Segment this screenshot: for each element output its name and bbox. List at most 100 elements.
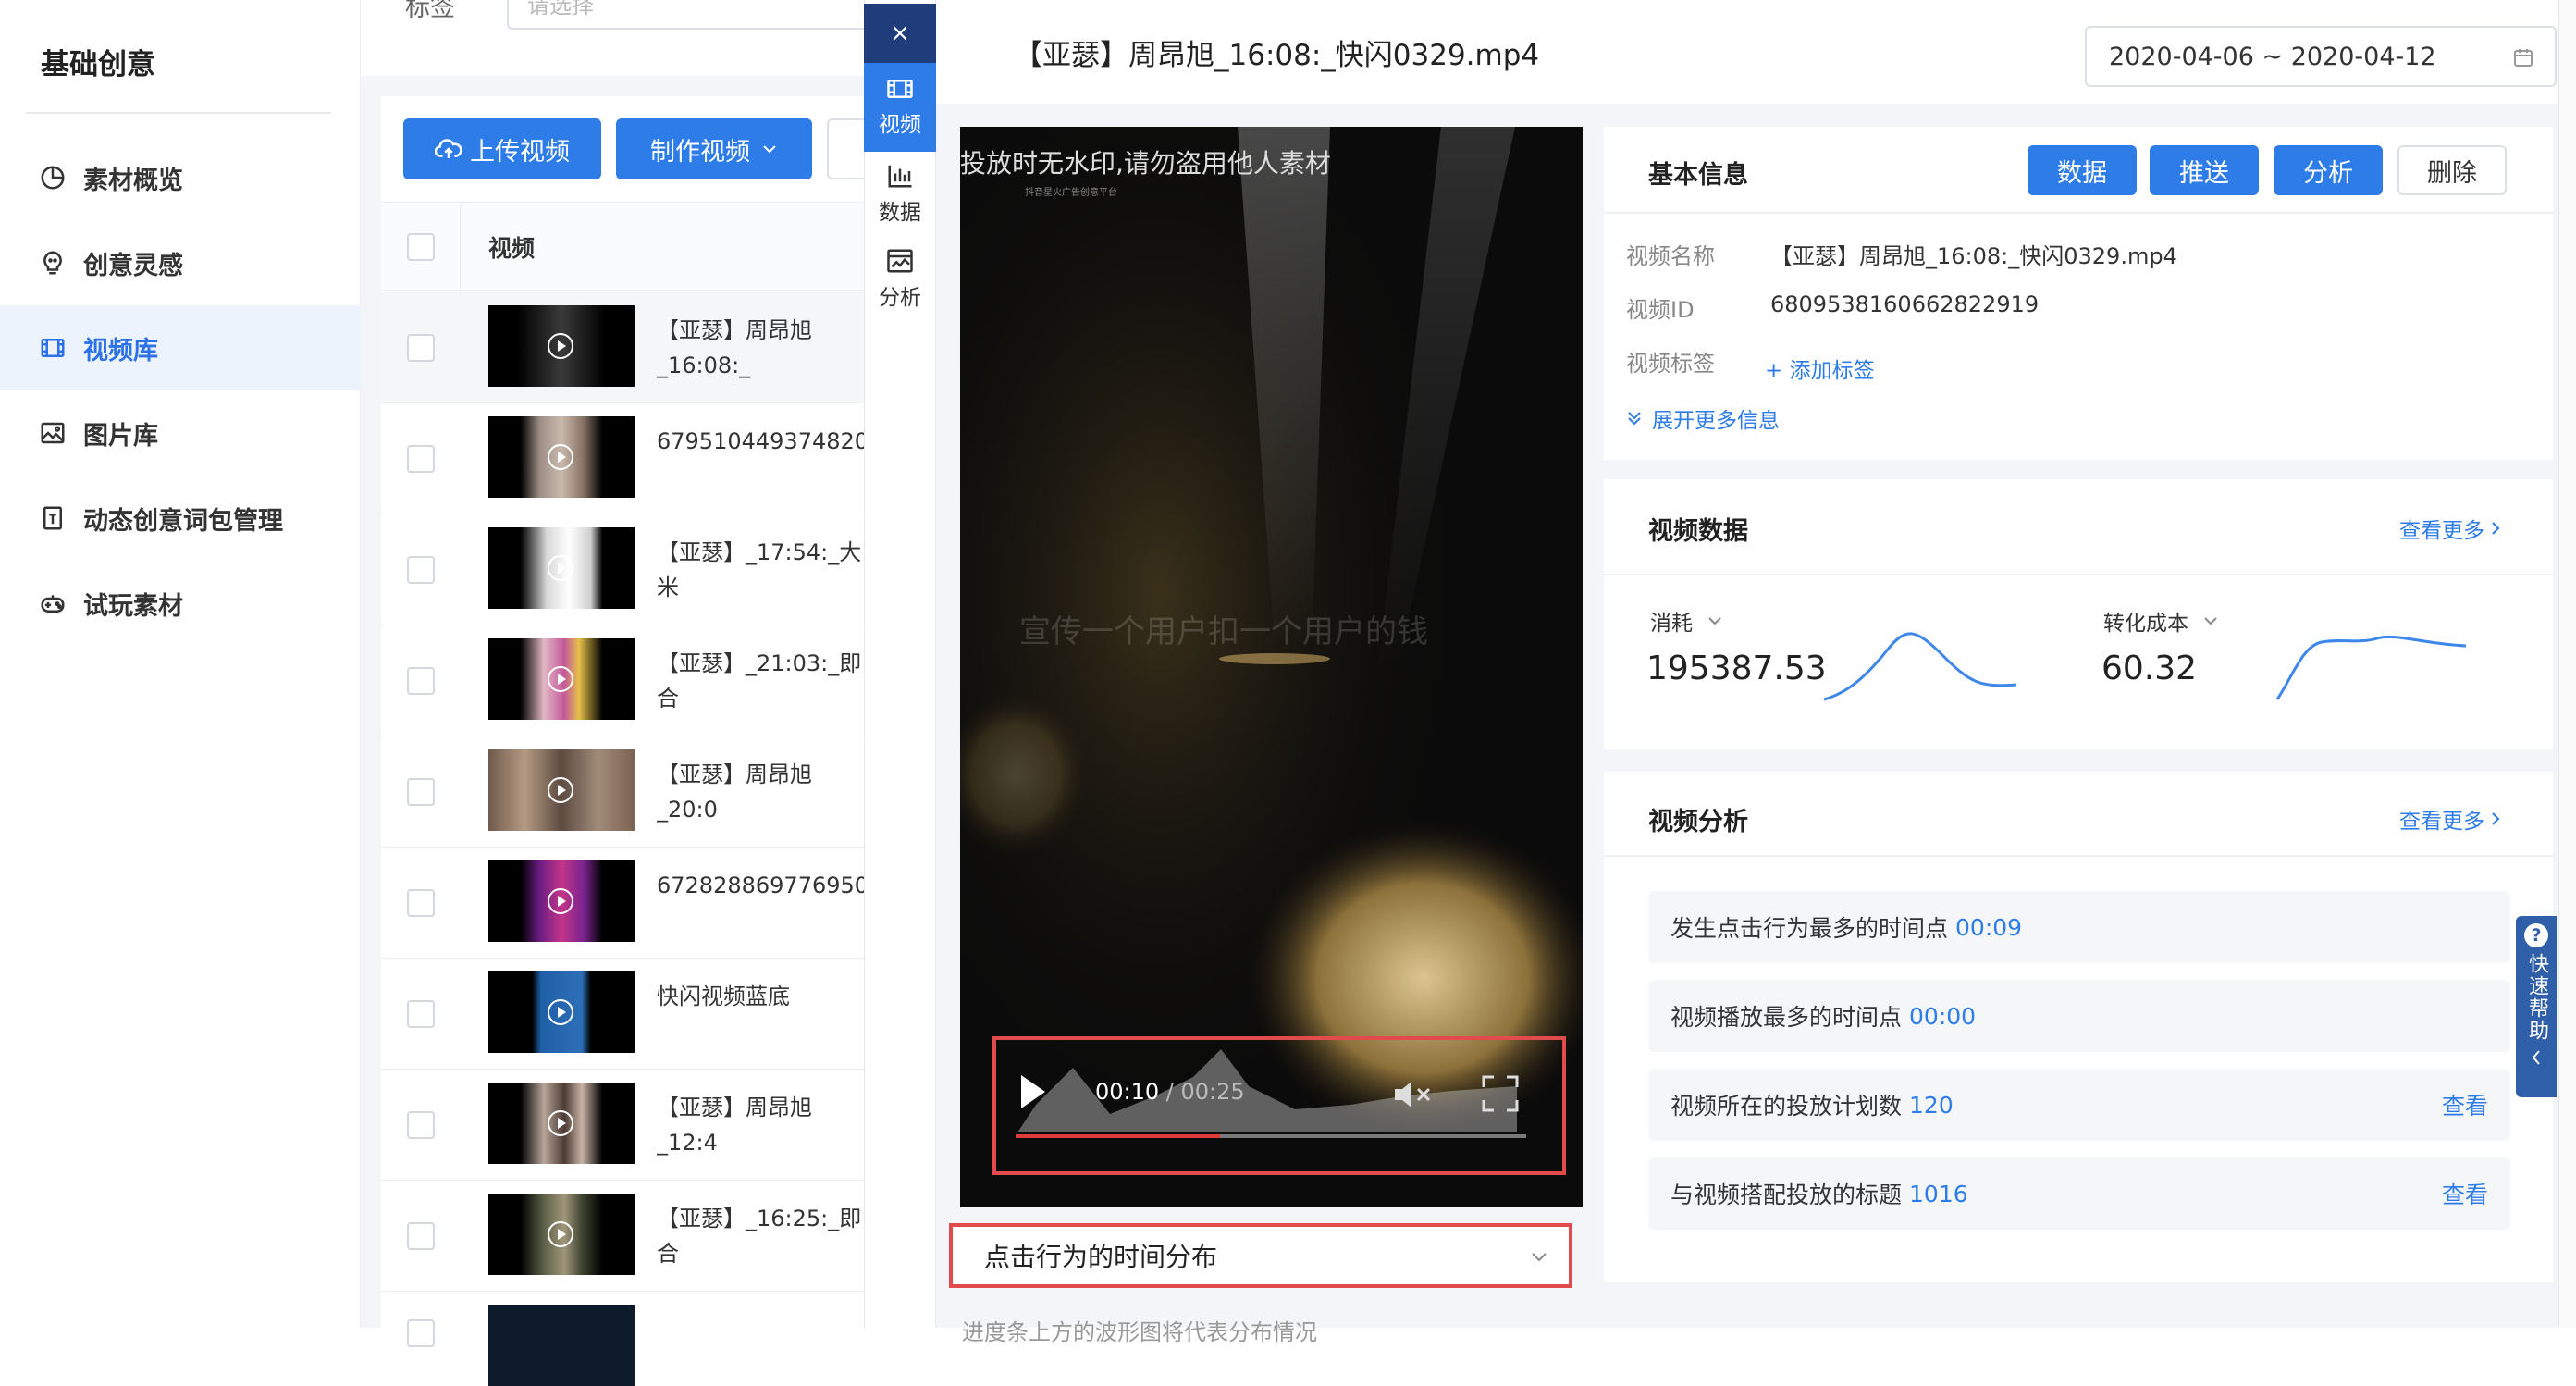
video-thumbnail[interactable] bbox=[488, 1194, 635, 1275]
row-checkbox[interactable] bbox=[407, 334, 435, 362]
film-icon bbox=[41, 339, 65, 357]
tool-analysis[interactable]: 分析 bbox=[864, 237, 936, 322]
distribution-select-value: 点击行为的时间分布 bbox=[984, 1242, 1218, 1272]
scrollbar[interactable] bbox=[2558, 0, 2576, 1328]
video-analysis-more-label: 查看更多 bbox=[2399, 810, 2484, 834]
play-icon bbox=[548, 333, 573, 359]
fullscreen-icon[interactable] bbox=[1482, 1075, 1519, 1112]
video-thumbnail[interactable] bbox=[488, 1305, 635, 1386]
close-button[interactable]: × bbox=[864, 4, 936, 63]
tool-data[interactable]: 数据 bbox=[864, 152, 936, 237]
chevron-down-icon bbox=[2204, 617, 2217, 625]
video-thumbnail[interactable] bbox=[488, 749, 635, 831]
push-button[interactable]: 推送 bbox=[2150, 145, 2259, 195]
analysis-row-text: 与视频搭配投放的标题 bbox=[1670, 1182, 1903, 1208]
analyze-button[interactable]: 分析 bbox=[2274, 145, 2383, 195]
analysis-icon bbox=[887, 249, 913, 273]
cloud-upload-icon bbox=[435, 139, 462, 158]
video-thumbnail[interactable] bbox=[488, 416, 635, 498]
sidebar-item-word-package[interactable]: 动态创意词包管理 bbox=[0, 476, 361, 561]
play-icon bbox=[548, 555, 573, 581]
tag-filter-label: 标签 bbox=[405, 0, 455, 22]
sidebar-item-label: 图片库 bbox=[83, 421, 158, 451]
expand-more-info-link[interactable]: 展开更多信息 bbox=[1626, 402, 1780, 434]
quick-help-tab[interactable]: ? 快速帮助 bbox=[2516, 916, 2557, 1097]
upload-video-label: 上传视频 bbox=[470, 137, 570, 167]
metric-cost-label[interactable]: 消耗 bbox=[1650, 605, 1722, 637]
video-thumbnail[interactable] bbox=[488, 638, 635, 720]
play-icon bbox=[548, 444, 573, 470]
add-tag-link[interactable]: + 添加标签 bbox=[1765, 353, 1875, 384]
video-analysis-more-link[interactable]: 查看更多 bbox=[2399, 803, 2501, 835]
bar-chart-icon bbox=[888, 165, 912, 188]
row-checkbox[interactable] bbox=[407, 889, 435, 917]
analysis-row-text: 视频所在的投放计划数 bbox=[1670, 1093, 1903, 1120]
row-checkbox[interactable] bbox=[407, 778, 435, 806]
sidebar-item-image-library[interactable]: 图片库 bbox=[0, 390, 361, 476]
distribution-select[interactable]: 点击行为的时间分布 bbox=[949, 1223, 1572, 1288]
metric-conversion-cost-label[interactable]: 转化成本 bbox=[2103, 605, 2218, 637]
sidebar-item-label: 视频库 bbox=[83, 336, 158, 365]
metric-conversion-cost-sparkline bbox=[2275, 635, 2467, 700]
tag-filter-select[interactable]: 请选择 bbox=[507, 0, 895, 30]
play-button[interactable] bbox=[1017, 1073, 1049, 1110]
table-row[interactable]: 67951044937482076 bbox=[381, 403, 869, 514]
row-checkbox[interactable] bbox=[407, 1000, 435, 1028]
row-checkbox[interactable] bbox=[407, 1111, 435, 1139]
table-row[interactable]: 【亚瑟】_21:03:_即合 台3.mp4 bbox=[381, 625, 865, 736]
chevron-down-icon bbox=[1708, 617, 1721, 625]
video-name: 【亚瑟】_17:54:_大米 p4 bbox=[657, 539, 862, 600]
row-checkbox[interactable] bbox=[407, 1319, 435, 1347]
basic-info-card: 基本信息 数据 推送 分析 删除 视频名称 【亚瑟】周昂旭_16:08:_快闪0… bbox=[1604, 127, 2553, 460]
chevron-down-icon bbox=[1532, 1253, 1547, 1262]
video-thumbnail[interactable] bbox=[488, 527, 635, 609]
video-data-more-link[interactable]: 查看更多 bbox=[2399, 513, 2501, 544]
table-row[interactable]: 6728288697769508 bbox=[381, 848, 869, 959]
tool-data-label: 数据 bbox=[879, 201, 921, 225]
card-divider bbox=[1604, 574, 2553, 575]
metric-cost-value: 195387.53 bbox=[1646, 650, 1827, 687]
distribution-hint: 进度条上方的波形图将代表分布情况 bbox=[962, 1319, 1317, 1345]
video-analysis-title: 视频分析 bbox=[1648, 808, 1748, 836]
delete-button[interactable]: 删除 bbox=[2397, 145, 2507, 195]
view-titles-link[interactable]: 查看 bbox=[2442, 1177, 2488, 1210]
video-thumbnail[interactable] bbox=[488, 1083, 635, 1164]
table-row[interactable]: 【亚瑟】_17:54:_大米 p4 bbox=[381, 514, 865, 625]
row-checkbox[interactable] bbox=[407, 556, 435, 584]
select-all-checkbox[interactable] bbox=[407, 233, 435, 261]
quick-help-label: 快速帮助 bbox=[2525, 953, 2548, 1042]
video-name: 6728288697769508 bbox=[657, 872, 869, 898]
video-thumbnail[interactable] bbox=[488, 305, 635, 387]
row-checkbox[interactable] bbox=[407, 667, 435, 695]
video-name: 【亚瑟】周昂旭_12:4 爆单广告狂人.mp4 bbox=[657, 1095, 812, 1156]
sidebar-item-video-library[interactable]: 视频库 bbox=[0, 305, 361, 390]
table-row[interactable]: 快闪视频蓝底 bbox=[381, 959, 865, 1070]
play-icon bbox=[548, 888, 573, 914]
play-icon bbox=[548, 1110, 573, 1136]
video-data-title: 视频数据 bbox=[1648, 517, 1748, 546]
video-watermark: 投放时无水印,请勿盗用他人素材 bbox=[960, 148, 1331, 179]
analysis-row-text: 发生点击行为最多的时间点 bbox=[1670, 915, 1949, 942]
upload-video-button[interactable]: 上传视频 bbox=[403, 118, 601, 179]
video-thumbnail[interactable] bbox=[488, 971, 635, 1053]
table-row[interactable] bbox=[381, 1292, 865, 1386]
data-button[interactable]: 数据 bbox=[2028, 145, 2137, 195]
table-row[interactable]: 【亚瑟】_16:25:_即合 08.mp4 bbox=[381, 1181, 865, 1292]
sidebar-item-overview[interactable]: 素材概览 bbox=[0, 135, 361, 220]
video-watermark-small: 抖音星火广告创意平台 bbox=[1025, 188, 1117, 198]
table-row[interactable]: 【亚瑟】周昂旭_16:08:_ 快闪0329.mp4 bbox=[381, 292, 865, 403]
sidebar-item-label: 素材概览 bbox=[83, 166, 183, 195]
sidebar-item-inspiration[interactable]: 创意灵感 bbox=[0, 220, 361, 305]
row-checkbox[interactable] bbox=[407, 1222, 435, 1250]
time-display: 00:10 / 00:25 bbox=[1095, 1079, 1245, 1105]
video-thumbnail[interactable] bbox=[488, 860, 635, 942]
sidebar-item-playable[interactable]: 试玩素材 bbox=[0, 561, 361, 646]
view-plans-link[interactable]: 查看 bbox=[2442, 1088, 2488, 1121]
tool-video[interactable]: 视频 bbox=[864, 63, 936, 152]
date-range-picker[interactable]: 2020-04-06 ~ 2020-04-12 bbox=[2085, 26, 2557, 87]
table-row[interactable]: 【亚瑟】周昂旭_12:4 爆单广告狂人.mp4 bbox=[381, 1070, 865, 1181]
table-row[interactable]: 【亚瑟】周昂旭_20:0 自制横板0324.mp4 bbox=[381, 736, 865, 848]
row-checkbox[interactable] bbox=[407, 445, 435, 473]
make-video-button[interactable]: 制作视频 bbox=[616, 118, 812, 179]
mute-icon[interactable] bbox=[1393, 1079, 1434, 1110]
